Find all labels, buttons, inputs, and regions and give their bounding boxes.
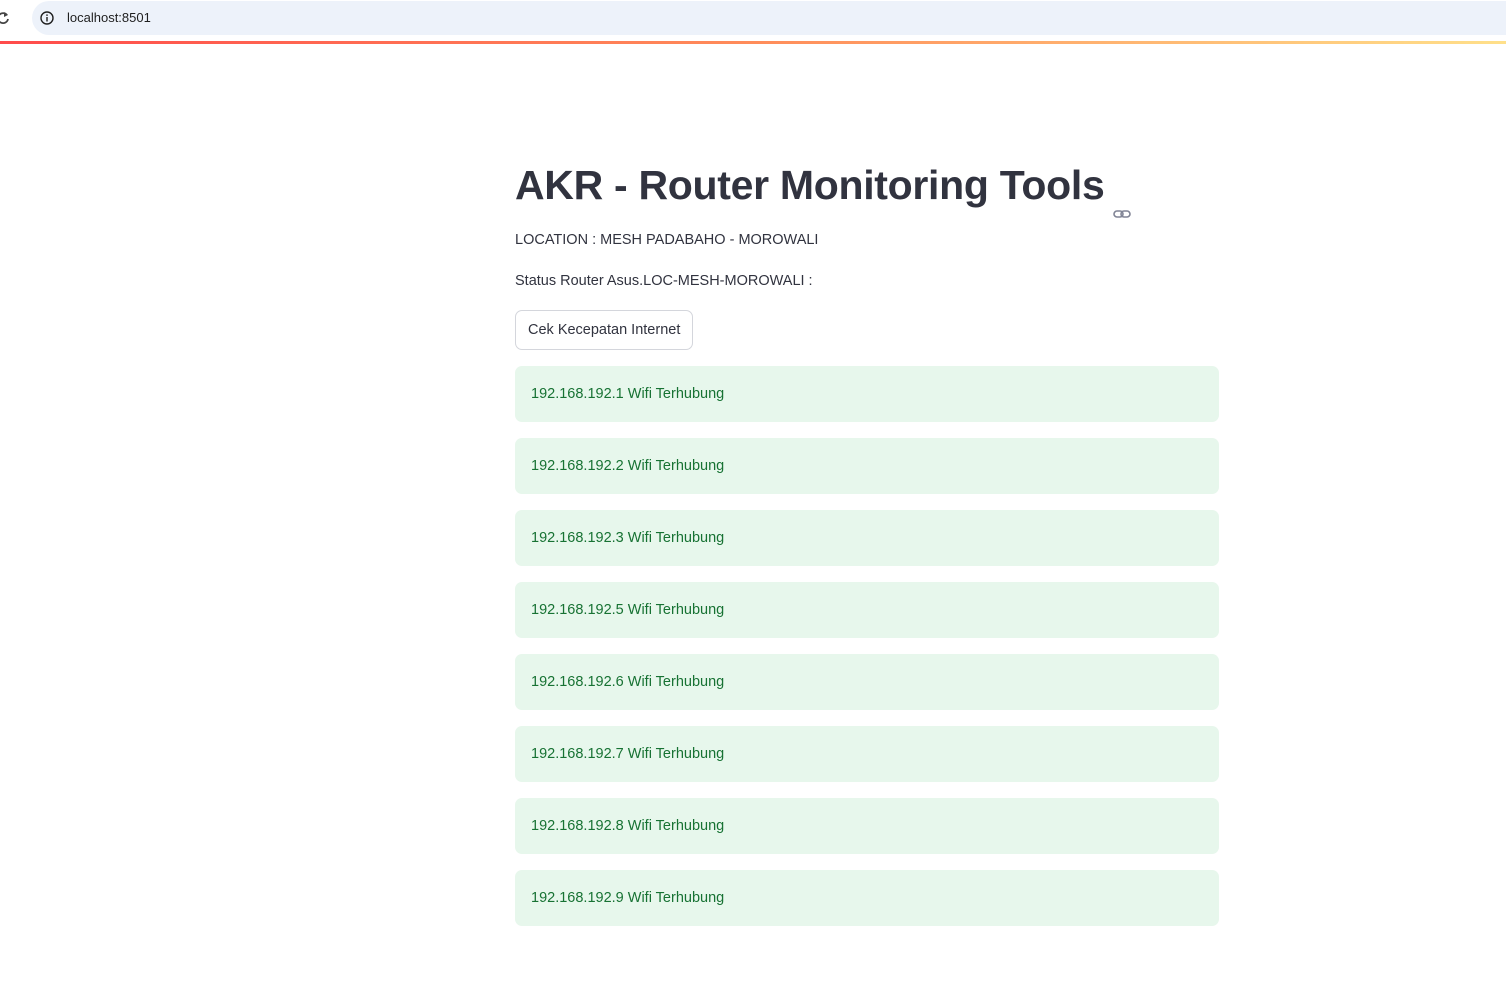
status-alert: 192.168.192.9 Wifi Terhubung (515, 870, 1219, 926)
status-alert: 192.168.192.3 Wifi Terhubung (515, 510, 1219, 566)
status-alert: 192.168.192.1 Wifi Terhubung (515, 366, 1219, 422)
header-decoration-bar (0, 41, 1506, 44)
main-content: AKR - Router Monitoring Tools LOCATION :… (515, 150, 1219, 926)
url-text[interactable]: localhost:8501 (67, 10, 151, 25)
router-status-list: 192.168.192.1 Wifi Terhubung 192.168.192… (515, 366, 1219, 942)
status-alert: 192.168.192.5 Wifi Terhubung (515, 582, 1219, 638)
check-internet-speed-button[interactable]: Cek Kecepatan Internet (515, 310, 694, 350)
status-alert: 192.168.192.7 Wifi Terhubung (515, 726, 1219, 782)
link-icon[interactable] (1111, 176, 1133, 218)
status-alert: 192.168.192.6 Wifi Terhubung (515, 654, 1219, 710)
page-title: AKR - Router Monitoring Tools (515, 150, 1219, 220)
browser-toolbar: localhost:8501 (0, 0, 1506, 36)
address-bar[interactable]: localhost:8501 (32, 1, 1506, 35)
location-text: LOCATION : MESH PADABAHO - MOROWALI (515, 232, 819, 248)
page-title-text: AKR - Router Monitoring Tools (515, 162, 1105, 208)
status-alert: 192.168.192.2 Wifi Terhubung (515, 438, 1219, 494)
info-icon[interactable] (40, 11, 54, 25)
reload-icon[interactable] (0, 9, 10, 27)
router-status-label: Status Router Asus.LOC-MESH-MOROWALI : (515, 273, 813, 289)
status-alert: 192.168.192.8 Wifi Terhubung (515, 798, 1219, 854)
